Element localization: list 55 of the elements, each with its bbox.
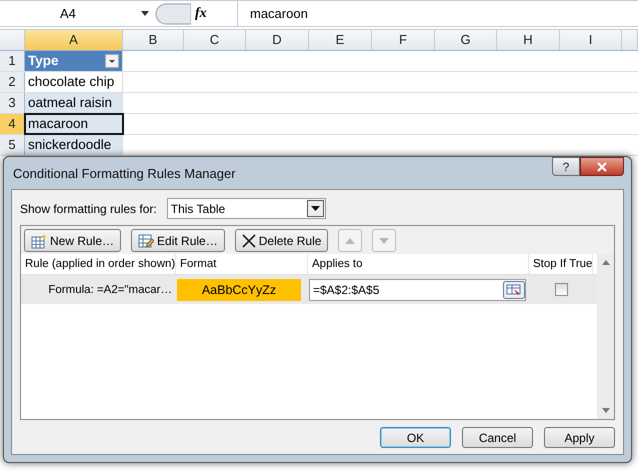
expand-handle-icon[interactable] [155,2,191,24]
column-header[interactable]: B [123,30,184,50]
cancel-button[interactable]: Cancel [462,427,533,448]
column-header[interactable]: G [435,30,497,50]
dropdown-arrow-icon [141,11,149,16]
range-picker-icon[interactable] [503,280,525,298]
scroll-down-arrow-icon[interactable] [602,408,610,413]
row-header[interactable]: 3 [0,93,25,113]
delete-rule-button[interactable]: Delete Rule [234,229,328,252]
column-header: Applies to [308,254,529,274]
formula-input[interactable]: macaroon [237,0,638,26]
column-header[interactable]: D [246,30,309,50]
scope-dropdown[interactable]: This Table [166,198,326,219]
row-header[interactable]: 5 [0,135,25,155]
row-header[interactable]: 2 [0,72,25,92]
delete-x-icon [242,234,256,248]
column-header[interactable]: I [560,30,622,50]
vertical-scrollbar[interactable] [597,254,614,419]
table-cell[interactable]: snickerdoodle [25,135,123,155]
scroll-up-arrow-icon[interactable] [602,260,610,265]
column-header[interactable]: A [25,30,123,50]
edit-table-icon [138,232,154,248]
show-rules-label: Show formatting rules for: [20,202,157,216]
column-header[interactable]: F [372,30,435,50]
row-header[interactable]: 4 [0,114,25,134]
column-header: Rule (applied in order shown) [21,254,176,274]
table-cell[interactable]: macaroon [25,114,123,134]
table-cell[interactable]: chocolate chip [25,72,123,92]
table-header-cell[interactable]: Type [25,51,123,71]
table-cell[interactable]: oatmeal raisin [25,93,123,113]
new-table-icon [31,232,47,248]
up-triangle-icon [345,238,356,244]
close-icon [597,162,607,172]
column-header[interactable]: H [497,30,560,50]
edit-rule-button[interactable]: Edit Rule… [131,229,225,252]
name-box[interactable]: A4 [0,2,155,24]
close-button[interactable] [580,157,624,176]
rule-description: Formula: =A2="macar… [48,284,172,296]
stop-if-true-checkbox[interactable] [554,283,568,296]
filter-dropdown-icon[interactable] [105,54,119,68]
rule-row[interactable]: Formula: =A2="macar… AaBbCcYyZz =$A$2:$A$5 [21,275,597,304]
down-triangle-icon [379,238,390,244]
format-preview: AaBbCcYyZz [177,278,301,300]
ok-button[interactable]: OK [380,427,451,448]
help-button[interactable]: ? [552,157,580,176]
apply-button[interactable]: Apply [544,427,615,448]
dialog-title: Conditional Formatting Rules Manager [12,166,236,180]
column-header[interactable]: C [184,30,246,50]
applies-to-field[interactable]: =$A$2:$A$5 [309,278,526,300]
insert-function-button[interactable]: fx [195,6,207,22]
row-header[interactable]: 1 [0,51,25,71]
column-header: Stop If True [529,254,593,274]
new-rule-button[interactable]: New Rule… [24,229,122,252]
column-header[interactable]: E [309,30,372,50]
column-header: Format [176,254,308,274]
